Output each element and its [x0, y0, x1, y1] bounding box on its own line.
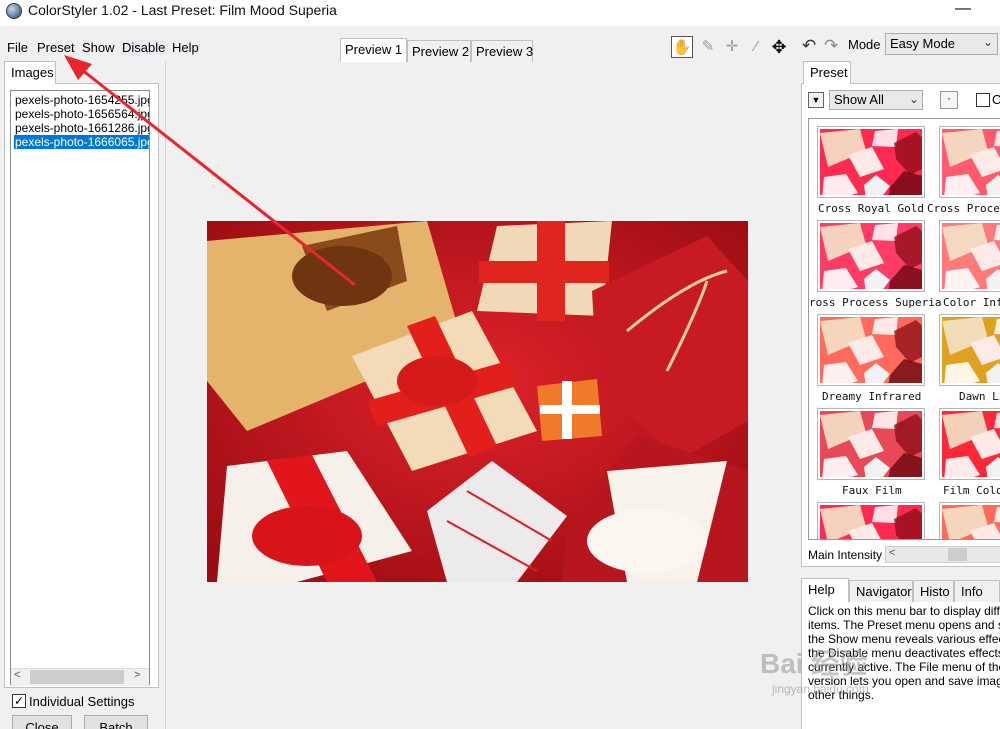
slider-left-icon[interactable]: < [889, 547, 895, 559]
preset-label: Faux Film [842, 484, 902, 497]
preset-label: Cross Royal Gold [818, 202, 924, 215]
gift-boxes-photo [207, 221, 748, 582]
tab-preset[interactable]: Preset [803, 61, 851, 84]
close-button[interactable]: Close [12, 715, 72, 729]
batch-button[interactable]: Batch [84, 715, 148, 729]
app-logo-icon [6, 3, 22, 19]
preset-label: Dawn Li [959, 390, 1000, 403]
file-list-item[interactable]: pexels-photo-1661286.jpg [14, 121, 149, 135]
preset-label: Film Colo [943, 484, 1000, 497]
file-list-item[interactable]: pexels-photo-1656564.jpg [14, 107, 149, 121]
preset-thumbnail[interactable] [818, 221, 924, 291]
menu-help[interactable]: Help [171, 40, 200, 55]
preset-thumbnail[interactable] [940, 315, 1000, 385]
main-intensity-label: Main Intensity [808, 548, 883, 562]
preset-thumbnail[interactable] [818, 315, 924, 385]
menu-preset[interactable]: Preset [36, 40, 76, 55]
chevron-down-icon: ⌄ [908, 92, 919, 106]
tab-images[interactable]: Images [4, 61, 56, 84]
preset-thumbnail[interactable] [940, 503, 1000, 539]
preset-thumbnail-grid[interactable]: Cross Royal Gold Cross Proces ross Proce… [808, 118, 1000, 540]
preset-thumbnail[interactable] [818, 409, 924, 479]
baidu-watermark: Bai 经验 [760, 648, 868, 679]
preset-filter-select[interactable]: Show All ⌄ [829, 90, 923, 110]
tab-preview-3[interactable]: Preview 3 [471, 40, 533, 62]
tab-histo[interactable]: Histo [913, 580, 954, 602]
eyedropper-icon[interactable]: ✎ [697, 36, 719, 58]
tab-info[interactable]: Info [954, 580, 1000, 602]
crosshair-icon[interactable]: ✛ [721, 36, 743, 58]
baidu-watermark-url: jingyan.baidu.com [772, 682, 869, 696]
individual-settings-checkbox[interactable]: ✓ [12, 694, 26, 708]
preset-label: Dreamy Infrared [822, 390, 922, 403]
preset-checkbox[interactable] [976, 93, 990, 107]
scrollbar-thumb[interactable] [30, 670, 124, 684]
scroll-left-icon[interactable]: < [14, 669, 20, 681]
preset-thumbnail[interactable] [940, 409, 1000, 479]
file-list-item[interactable]: pexels-photo-1654255.jpg [14, 93, 149, 107]
slider-thumb[interactable] [948, 548, 967, 561]
preset-checkbox-label: C [992, 92, 1000, 107]
tab-navigator[interactable]: Navigator [849, 580, 913, 602]
window-title: ColorStyler 1.02 - Last Preset: Film Moo… [28, 2, 337, 18]
menu-disable[interactable]: Disable [121, 40, 167, 55]
chevron-down-icon: ⌄ [982, 35, 993, 49]
preset-label: ross Process Superia [809, 296, 942, 309]
hand-icon[interactable]: ✋ [671, 36, 693, 58]
preset-thumbnail[interactable] [818, 127, 924, 197]
minimize-button[interactable]: — [955, 1, 971, 18]
main-intensity-slider[interactable] [885, 546, 1000, 563]
menu-file[interactable]: File [6, 40, 29, 55]
preset-options-button[interactable]: · [940, 91, 958, 109]
preset-thumbnail[interactable] [940, 221, 1000, 291]
mode-select[interactable]: Easy Mode ⌄ [885, 33, 998, 55]
menu-show[interactable]: Show [81, 40, 116, 55]
preset-thumbnail[interactable] [940, 127, 1000, 197]
file-list[interactable]: pexels-photo-1654255.jpg pexels-photo-16… [10, 90, 150, 685]
file-list-item-selected[interactable]: pexels-photo-1666065.jpg [14, 135, 149, 149]
preset-filter-value: Show All [834, 92, 884, 107]
tab-preview-2[interactable]: Preview 2 [407, 40, 471, 62]
tab-help[interactable]: Help [801, 578, 849, 602]
brush-icon[interactable]: ⁄ [745, 36, 767, 58]
scroll-right-icon[interactable]: > [134, 669, 140, 681]
mode-select-value: Easy Mode [890, 36, 956, 51]
preview-image[interactable] [207, 221, 748, 582]
preset-thumbnail[interactable] [818, 503, 924, 539]
preset-label: Cross Proces [927, 202, 1000, 215]
preset-menu-icon[interactable]: ▼ [808, 92, 824, 108]
move-icon[interactable]: ✥ [768, 36, 790, 58]
tab-preview-1[interactable]: Preview 1 [340, 38, 407, 62]
undo-icon[interactable]: ↶ [802, 36, 816, 56]
individual-settings-label: Individual Settings [29, 694, 135, 709]
redo-icon[interactable]: ↷ [824, 36, 838, 56]
mode-label: Mode [848, 37, 881, 52]
preset-label: Color Inf [943, 296, 1000, 309]
